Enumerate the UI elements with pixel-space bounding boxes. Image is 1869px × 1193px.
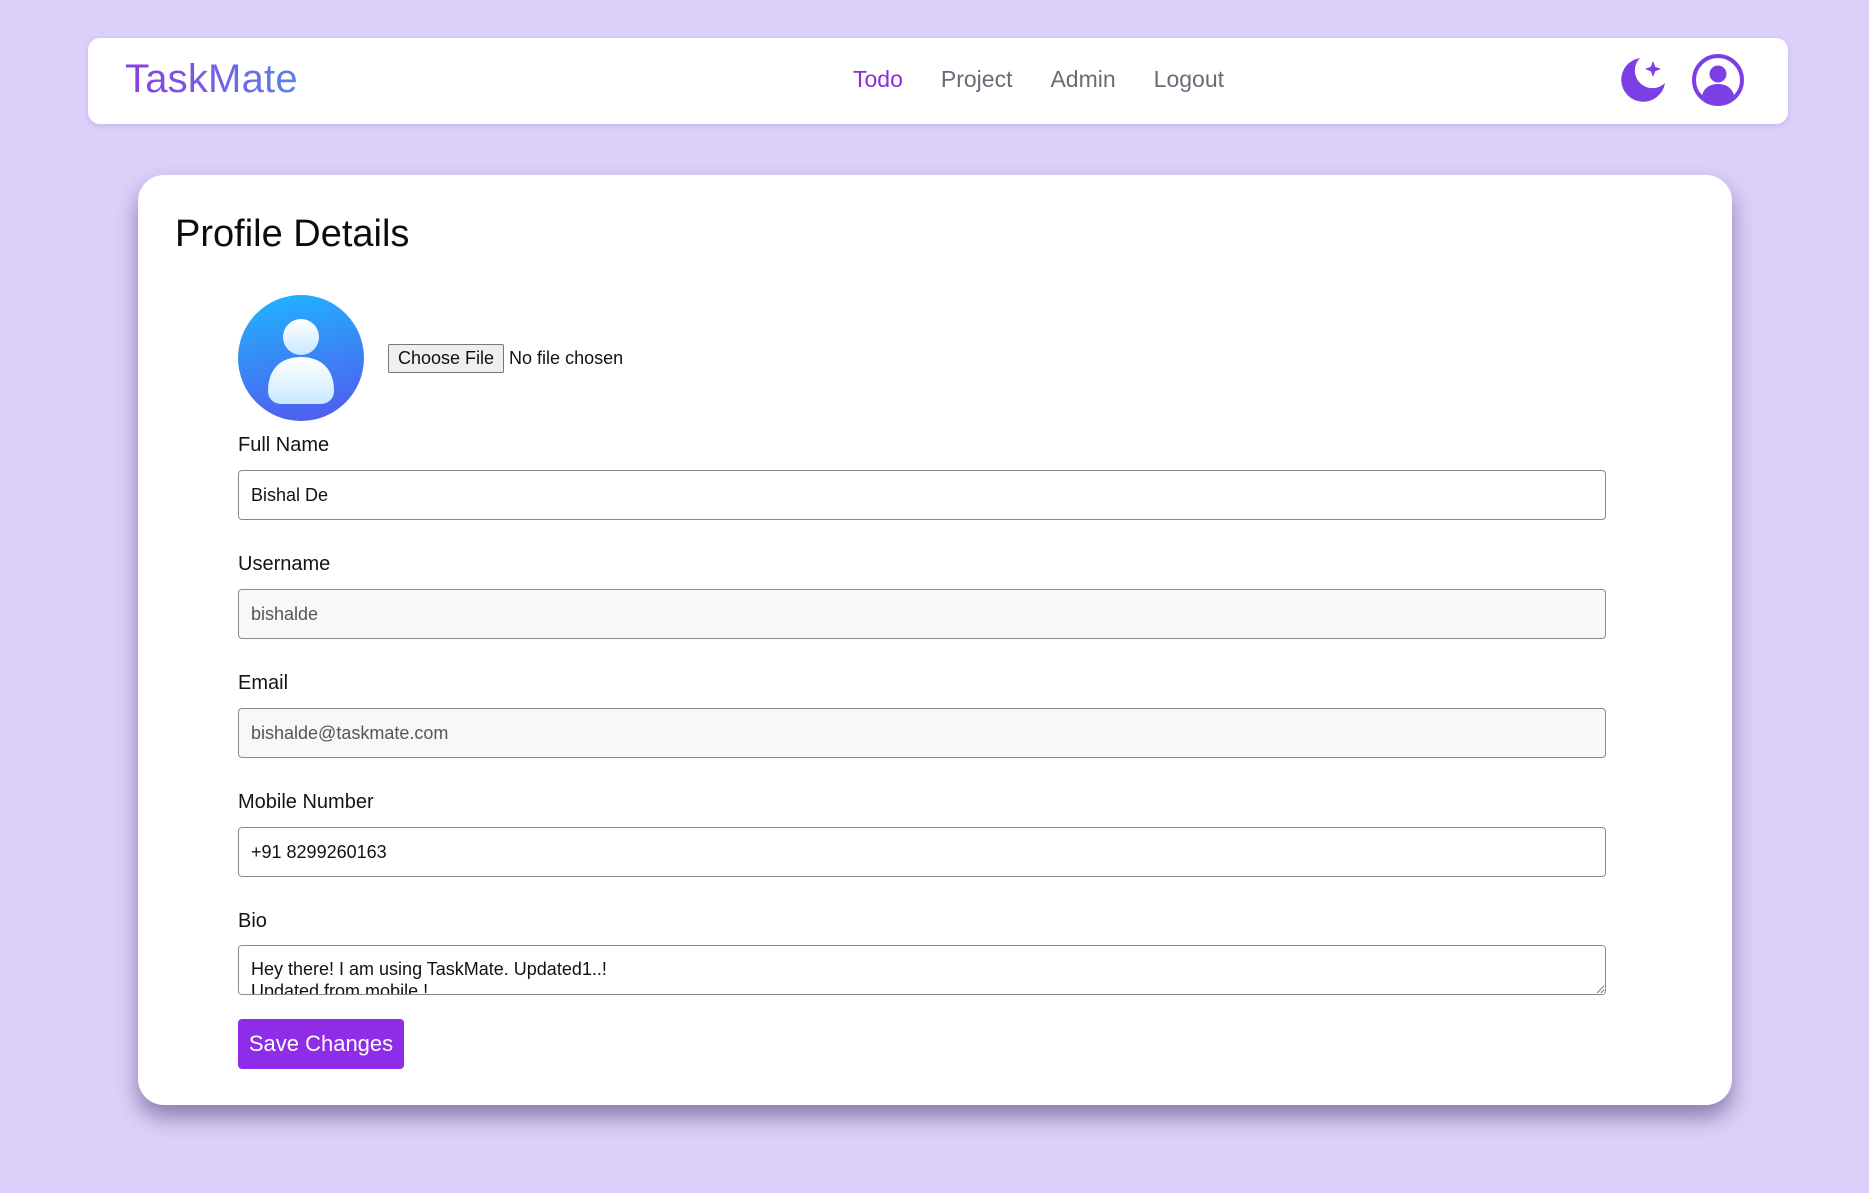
choose-file-button[interactable]: Choose File (388, 344, 505, 373)
full-name-label: Full Name (238, 434, 330, 456)
mobile-input[interactable] (238, 827, 1606, 877)
mobile-label: Mobile Number (238, 791, 374, 813)
page-title: Profile Details (175, 213, 410, 255)
email-label: Email (238, 672, 289, 694)
user-avatar-icon (238, 295, 364, 421)
profile-card: Profile Details Choose File No file chos… (138, 175, 1732, 1105)
nav-link-admin[interactable]: Admin (1050, 66, 1115, 93)
bio-label: Bio (238, 910, 267, 932)
nav-link-todo[interactable]: Todo (853, 66, 903, 93)
nav-links: Todo Project Admin Logout (853, 66, 1224, 93)
email-input[interactable] (238, 708, 1606, 758)
file-upload: Choose File No file chosen (388, 344, 623, 373)
full-name-input[interactable] (238, 470, 1606, 520)
save-changes-button[interactable]: Save Changes (238, 1019, 404, 1069)
moon-star-icon[interactable] (1618, 55, 1668, 105)
username-input[interactable] (238, 589, 1606, 639)
bio-textarea[interactable]: Hey there! I am using TaskMate. Updated1… (238, 945, 1606, 995)
brand-logo[interactable]: TaskMate (125, 57, 298, 102)
file-status: No file chosen (509, 348, 624, 368)
nav-link-project[interactable]: Project (941, 66, 1013, 93)
navbar: TaskMate Todo Project Admin Logout (88, 38, 1788, 124)
user-circle-icon[interactable] (1691, 53, 1745, 107)
nav-link-logout[interactable]: Logout (1154, 66, 1224, 93)
username-label: Username (238, 553, 331, 575)
